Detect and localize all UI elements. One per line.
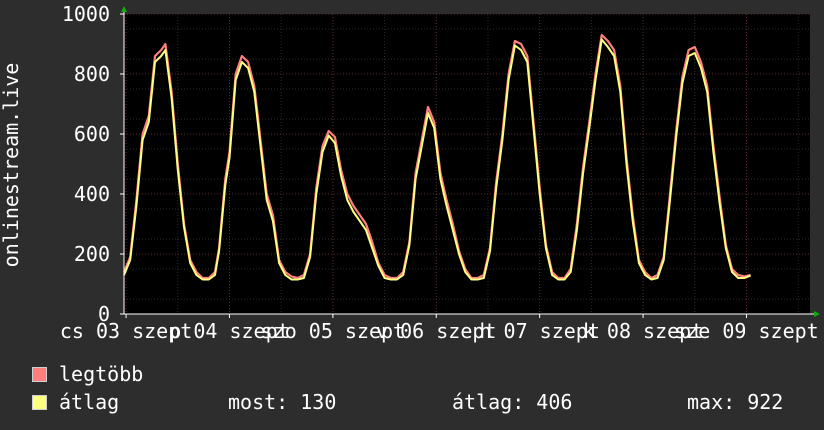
legend-item-avg: átlag [32, 390, 120, 414]
legend-label-max: legtöbb [59, 362, 144, 386]
y-tick-label: 600 [74, 122, 110, 146]
y-axis-label: onlinestream.live [0, 63, 23, 268]
y-tick-label: 1000 [62, 2, 110, 26]
stat-average: átlag: 406 [452, 390, 573, 414]
y-tick-label: 400 [74, 182, 110, 206]
legend-swatch-max [32, 366, 47, 382]
x-axis-arrow [814, 311, 820, 317]
x-tick-label: h 07 szept [479, 319, 599, 343]
y-axis-arrow [121, 6, 127, 12]
stat-max: max: 922 [687, 390, 784, 414]
stat-now: most: 130 [228, 390, 337, 414]
legend-swatch-avg [32, 394, 47, 410]
legend-label-avg: átlag [59, 390, 120, 414]
y-tick-label: 800 [74, 62, 110, 86]
legend-item-max: legtöbb [32, 362, 144, 386]
x-tick-label: sze 09 szept [674, 319, 819, 343]
y-tick-label: 200 [74, 242, 110, 266]
x-tick-label: v 06 szept [376, 319, 496, 343]
